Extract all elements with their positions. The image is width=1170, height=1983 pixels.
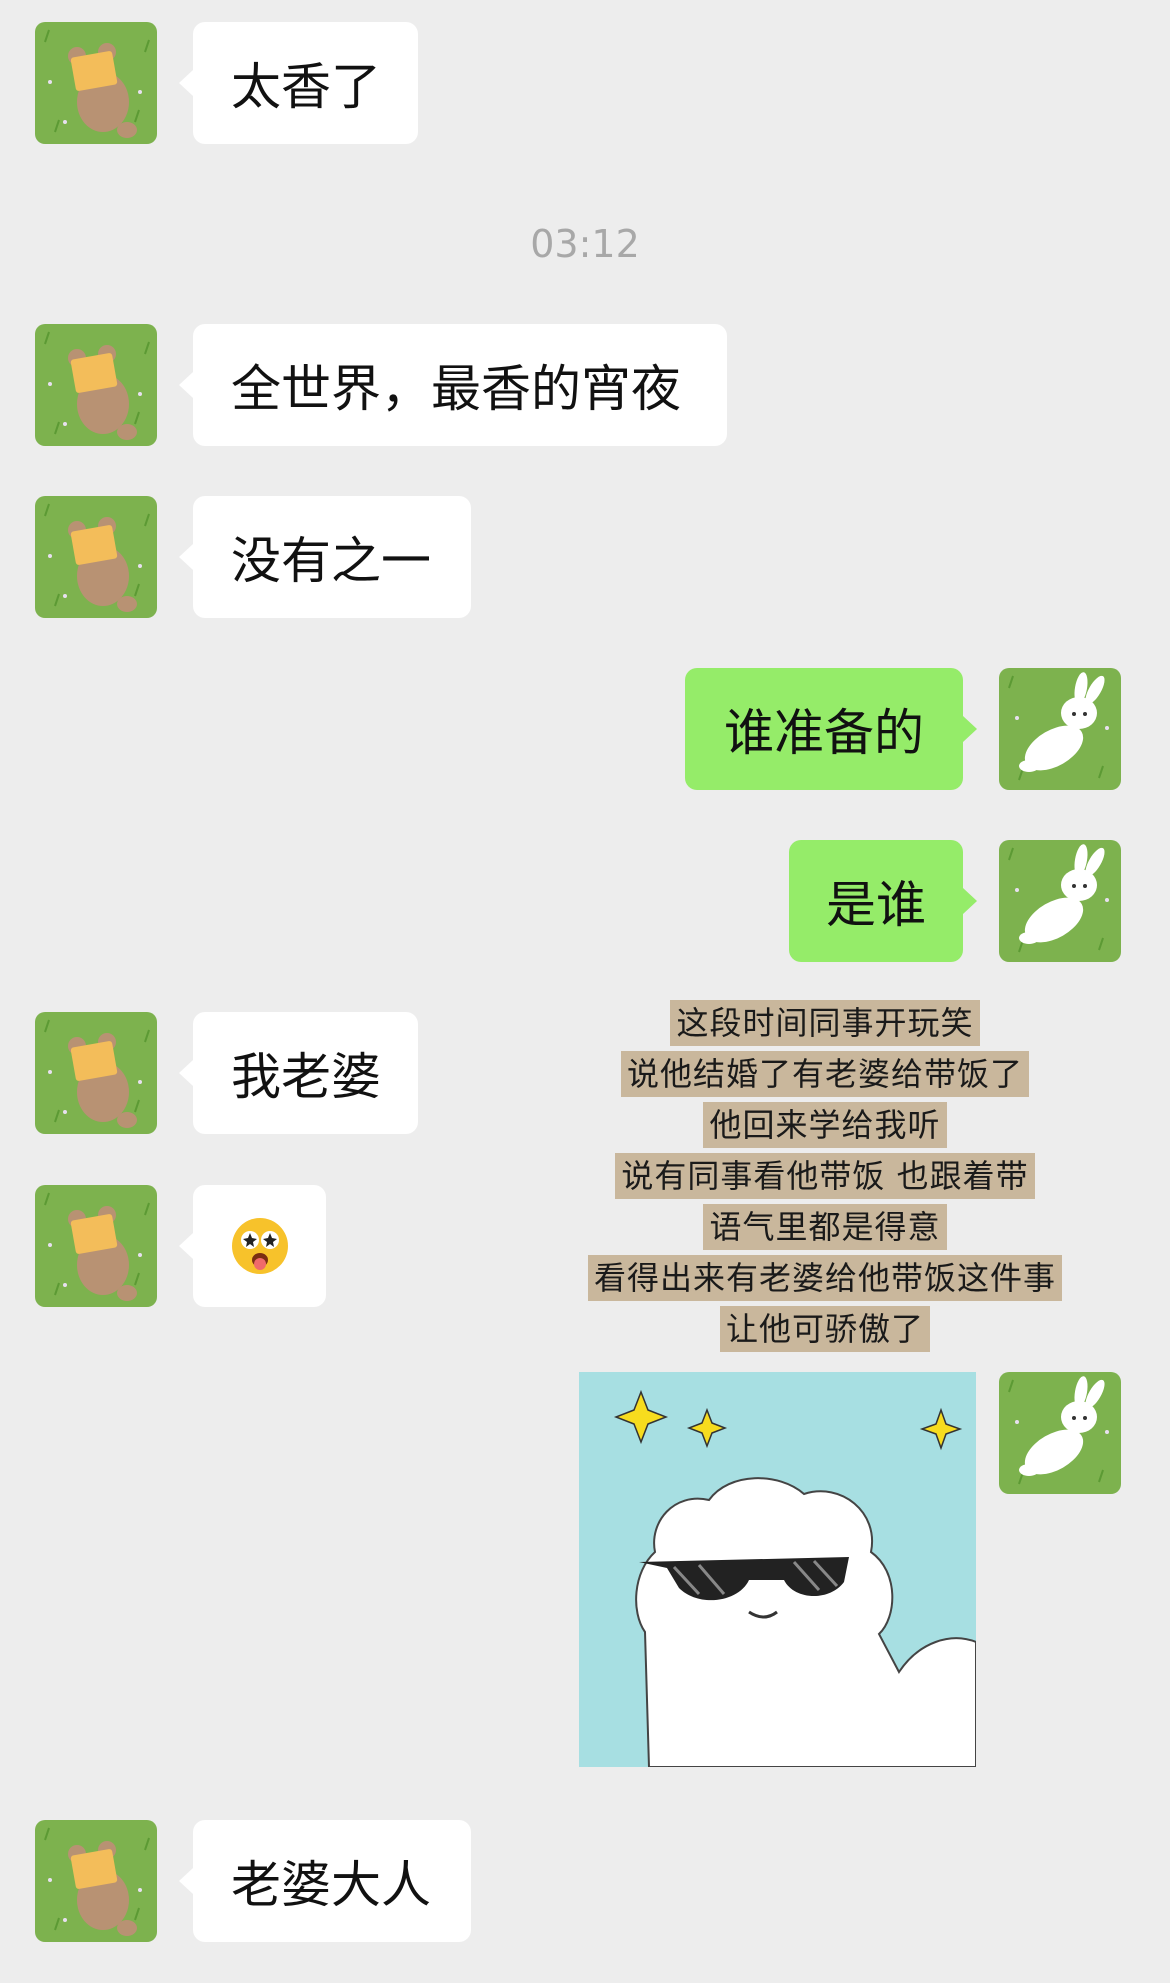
bear-on-grass-avatar-icon (35, 22, 157, 144)
message-text: 是谁 (826, 876, 926, 934)
message-timestamp: 03:12 (530, 222, 640, 266)
message-bubble-outgoing[interactable]: 谁准备的 (685, 668, 977, 790)
message-text: 我老婆 (231, 1048, 381, 1106)
bear-on-grass-avatar-icon (35, 1012, 157, 1134)
rabbit-on-grass-avatar-icon (999, 668, 1121, 790)
message-bubble-incoming[interactable] (179, 1185, 326, 1307)
message-text: 谁准备的 (724, 704, 924, 762)
sticker-message[interactable] (579, 1372, 976, 1767)
caption-line: 语气里都是得意 (703, 1204, 947, 1250)
caption-line: 让他可骄傲了 (719, 1306, 930, 1352)
caption-line: 这段时间同事开玩笑 (670, 1000, 980, 1046)
contact-avatar[interactable] (35, 1012, 157, 1134)
self-avatar[interactable] (999, 840, 1121, 962)
message-text: 没有之一 (231, 532, 431, 590)
message-bubble-incoming[interactable]: 我老婆 (179, 1012, 418, 1134)
message-bubble-outgoing[interactable]: 是谁 (789, 840, 977, 962)
bear-on-grass-avatar-icon (35, 324, 157, 446)
sunglasses-bear-sticker-icon (579, 1372, 976, 1767)
bear-on-grass-avatar-icon (35, 496, 157, 618)
message-bubble-incoming[interactable]: 没有之一 (179, 496, 471, 618)
contact-avatar[interactable] (35, 22, 157, 144)
message-bubble-incoming[interactable]: 老婆大人 (179, 1820, 471, 1942)
caption-line: 说他结婚了有老婆给带饭了 (620, 1051, 1029, 1097)
contact-avatar[interactable] (35, 496, 157, 618)
self-avatar[interactable] (999, 1372, 1121, 1494)
overlay-caption: 这段时间同事开玩笑 说他结婚了有老婆给带饭了 他回来学给我听 说有同事看他带饭 … (575, 1000, 1075, 1357)
message-text: 太香了 (231, 58, 381, 116)
bear-on-grass-avatar-icon (35, 1820, 157, 1942)
rabbit-on-grass-avatar-icon (999, 1372, 1121, 1494)
contact-avatar[interactable] (35, 1820, 157, 1942)
contact-avatar[interactable] (35, 324, 157, 446)
caption-line: 说有同事看他带饭 也跟着带 (615, 1153, 1035, 1199)
rabbit-on-grass-avatar-icon (999, 840, 1121, 962)
self-avatar[interactable] (999, 668, 1121, 790)
caption-line: 他回来学给我听 (703, 1102, 947, 1148)
message-bubble-incoming[interactable]: 全世界，最香的宵夜 (179, 324, 727, 446)
caption-line: 看得出来有老婆给他带饭这件事 (587, 1255, 1062, 1301)
message-bubble-incoming[interactable]: 太香了 (179, 22, 418, 144)
bear-on-grass-avatar-icon (35, 1185, 157, 1307)
message-text: 全世界，最香的宵夜 (231, 360, 681, 418)
starstruck-tongue-emoji-icon (231, 1218, 288, 1274)
message-text: 老婆大人 (231, 1856, 431, 1914)
contact-avatar[interactable] (35, 1185, 157, 1307)
